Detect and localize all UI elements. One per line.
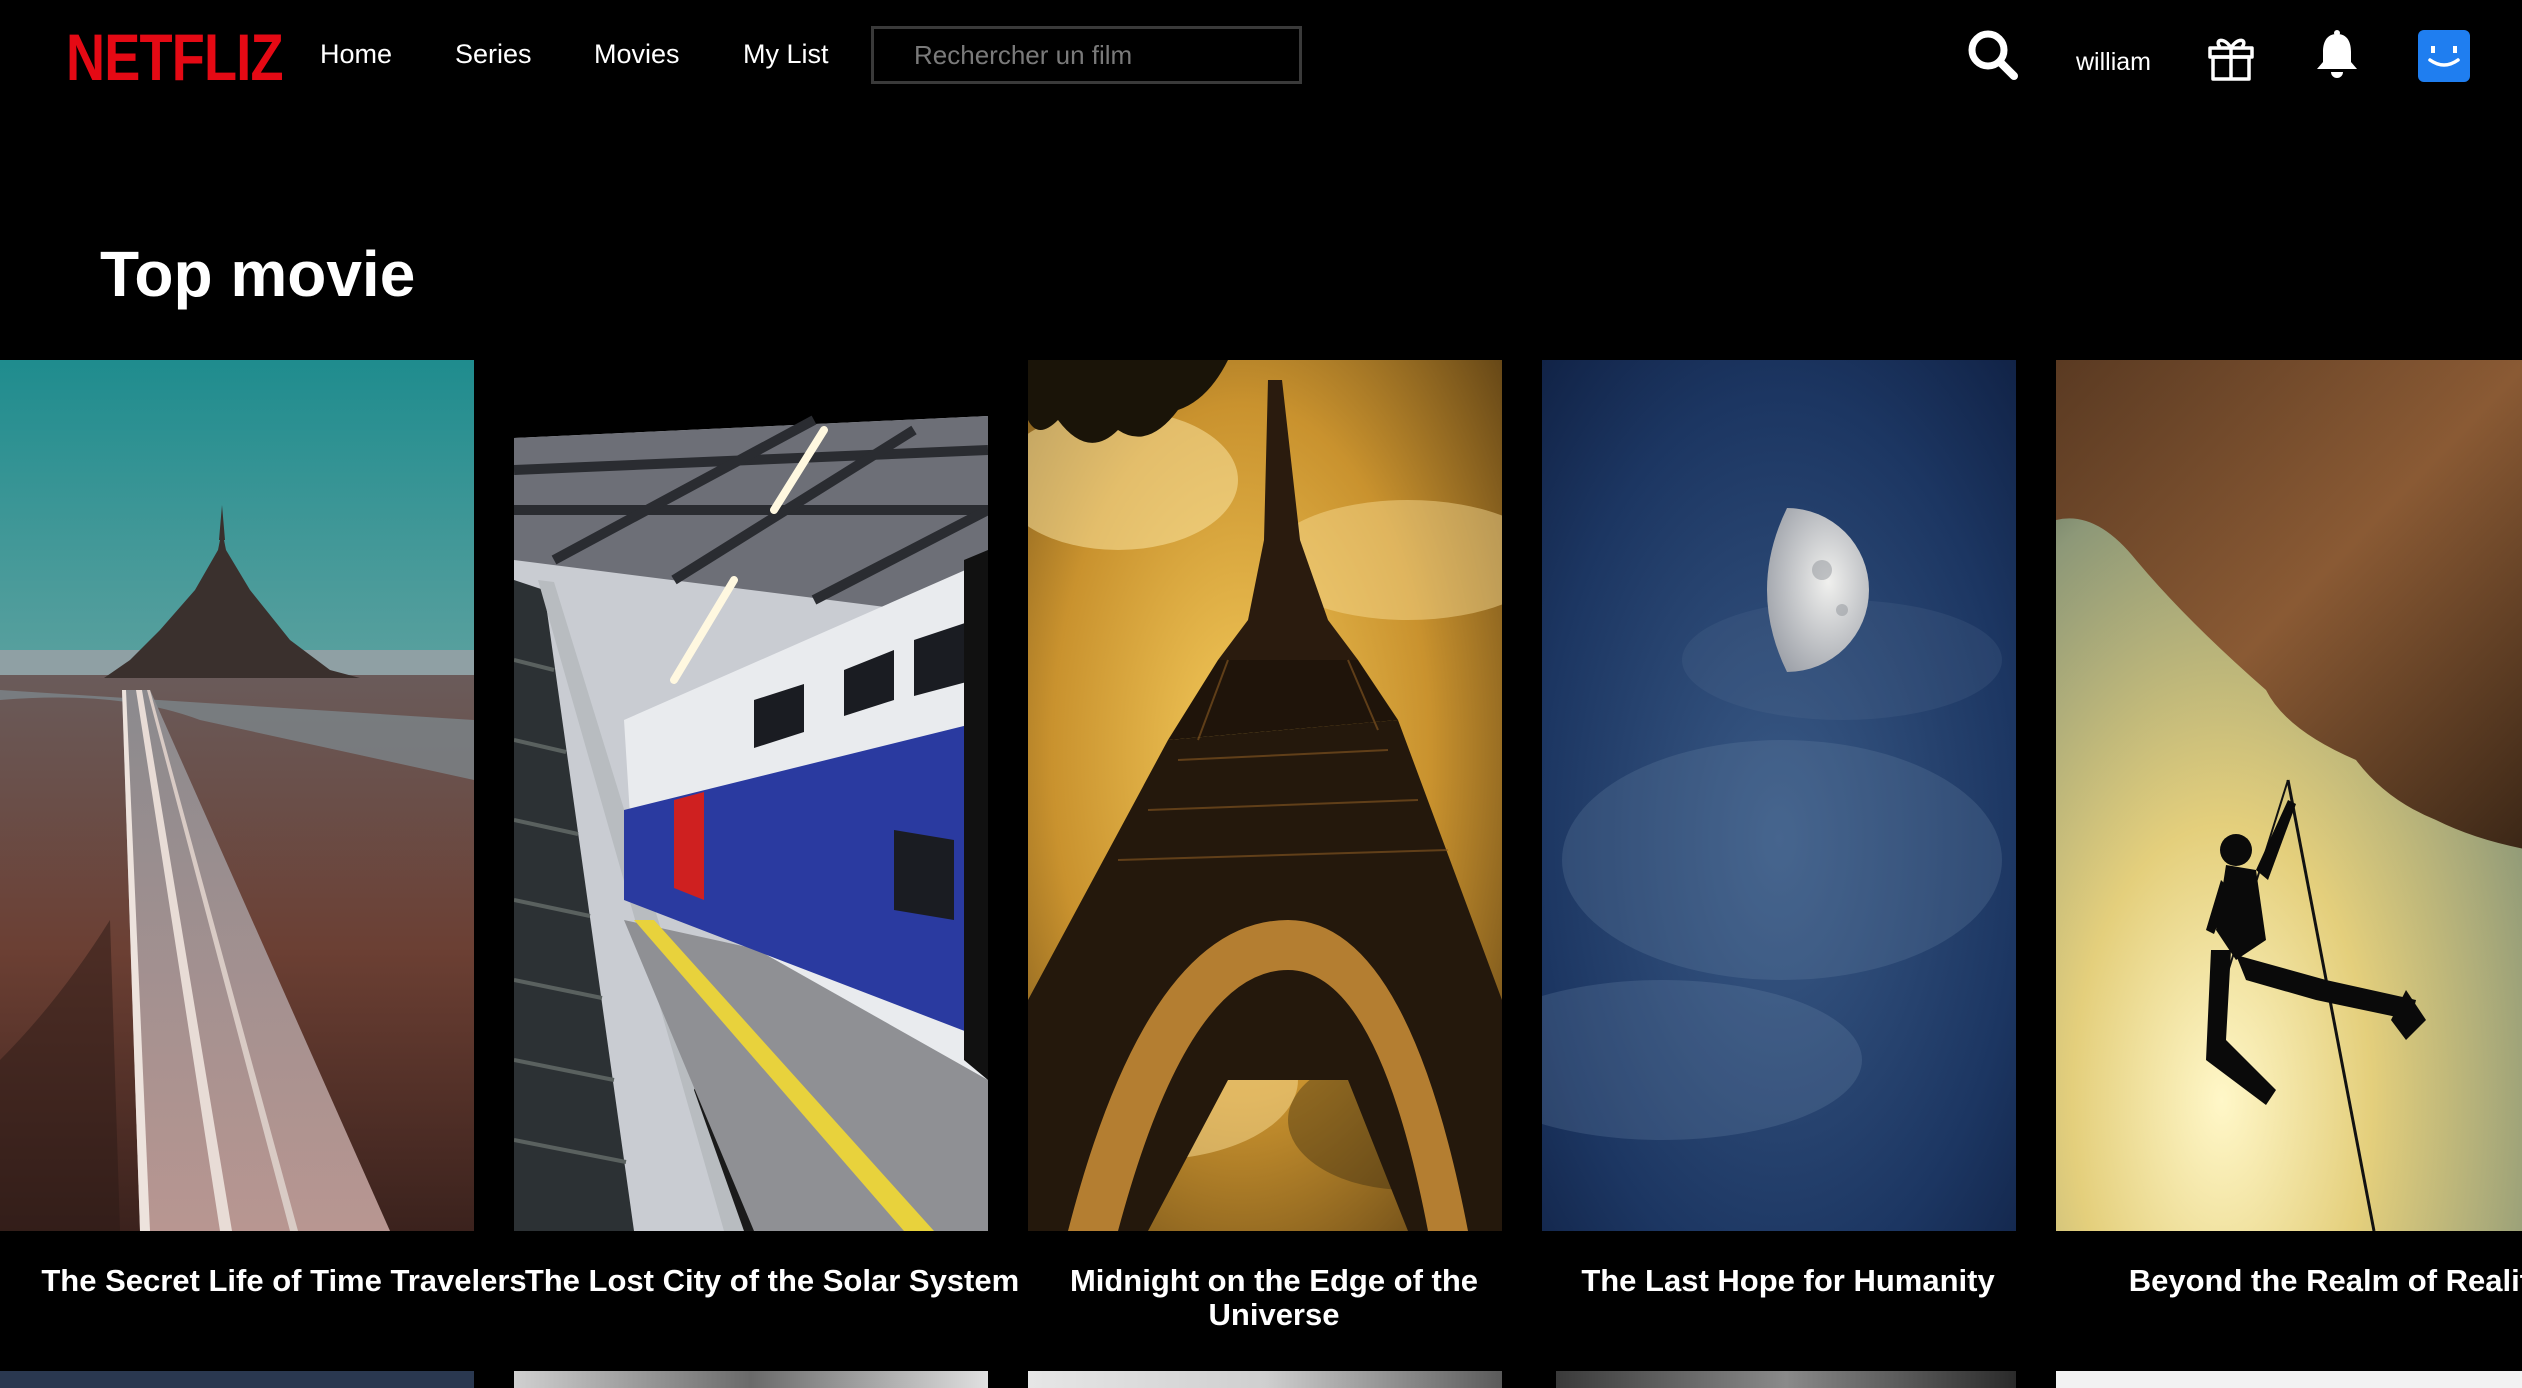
nav-my-list[interactable]: My List <box>743 36 829 72</box>
brand-logo[interactable]: NETFLIZ <box>66 22 284 92</box>
page: NETFLIZ Home Series Movies My List willi… <box>0 0 2522 1388</box>
movie-title[interactable]: The Last Hope for Humanity <box>1528 1264 2048 1298</box>
movie-card[interactable]: The Last Hope for Humanity <box>1542 360 2016 1298</box>
movie-poster[interactable] <box>1542 360 2016 1231</box>
movie-poster[interactable] <box>1028 360 1502 1231</box>
top-nav-bar: NETFLIZ Home Series Movies My List willi… <box>0 0 2522 120</box>
movie-title[interactable]: Beyond the Realm of Reality <box>2078 1264 2522 1298</box>
movie-card[interactable]: Beyond the Realm of Reality <box>2056 360 2522 1298</box>
movie-poster[interactable] <box>0 1371 474 1388</box>
movie-poster[interactable] <box>2056 1371 2522 1388</box>
movie-title[interactable]: Midnight on the Edge of the Universe <box>1014 1264 1534 1332</box>
movie-poster[interactable] <box>2056 360 2522 1231</box>
movie-poster[interactable] <box>514 360 988 1231</box>
movie-title[interactable]: The Lost City of the Solar System <box>512 1264 1032 1298</box>
nav-movies[interactable]: Movies <box>594 36 680 72</box>
movie-card[interactable]: The Secret Life of Time Travelers <box>0 360 527 1298</box>
movie-card[interactable]: The Lost City of the Solar System <box>514 360 1019 1298</box>
movie-poster[interactable] <box>514 1371 988 1388</box>
section-title: Top movie <box>100 238 416 310</box>
movie-poster[interactable] <box>0 360 474 1231</box>
nav-series[interactable]: Series <box>455 36 532 72</box>
gift-icon[interactable] <box>2204 30 2258 84</box>
movie-poster[interactable] <box>1028 1371 1502 1388</box>
movie-card[interactable]: Midnight on the Edge of the Universe <box>1028 360 1502 1332</box>
smiley-avatar-icon[interactable] <box>2418 30 2470 82</box>
search-input[interactable] <box>871 26 1302 84</box>
movie-poster[interactable] <box>1556 1371 2016 1388</box>
movie-title[interactable]: The Secret Life of Time Travelers <box>24 1264 544 1298</box>
search-icon[interactable] <box>1966 28 2020 82</box>
bell-icon[interactable] <box>2310 28 2364 82</box>
nav-home[interactable]: Home <box>320 36 392 72</box>
username-label[interactable]: william <box>2076 46 2151 78</box>
